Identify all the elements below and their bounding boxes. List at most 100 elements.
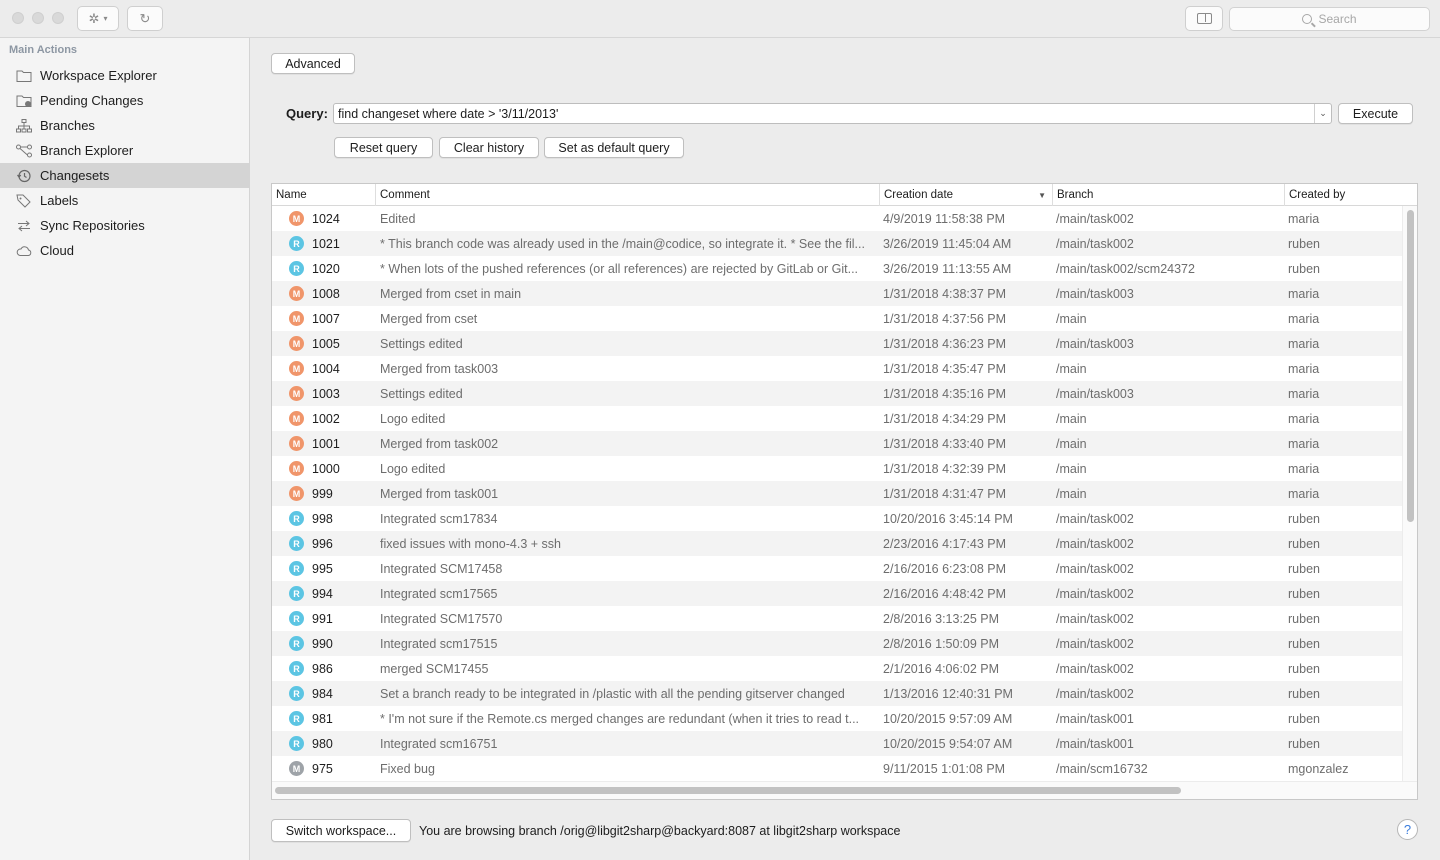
switch-workspace-button[interactable]: Switch workspace... <box>271 819 411 842</box>
changeset-author: maria <box>1288 386 1320 401</box>
vertical-scroll-thumb[interactable] <box>1407 210 1414 522</box>
vertical-scrollbar[interactable] <box>1402 206 1417 781</box>
column-header-comment[interactable]: Comment <box>375 184 879 206</box>
table-row[interactable]: R 991 Integrated SCM17570 2/8/2016 3:13:25 … <box>272 606 1402 631</box>
set-default-query-button[interactable]: Set as default query <box>544 137 684 158</box>
changeset-branch: /main/task002 <box>1056 236 1134 251</box>
table-row[interactable]: M 975 Fixed bug 9/11/2015 1:01:08 PM/main/s… <box>272 756 1402 781</box>
gear-icon: ✲ <box>88 10 100 26</box>
table-row[interactable]: M 1008 Merged from cset in main 1/31/2018 4… <box>272 281 1402 306</box>
changeset-name: 995 <box>312 561 333 576</box>
changeset-comment: Merged from cset in main <box>380 286 522 301</box>
close-window-button[interactable] <box>12 12 24 24</box>
user-avatar-icon: M <box>289 386 304 401</box>
table-row[interactable]: R 1020 * When lots of the pushed reference… <box>272 256 1402 281</box>
table-row[interactable]: R 994 Integrated scm17565 2/16/2016 4:48:42… <box>272 581 1402 606</box>
query-value: find changeset where date > '3/11/2013' <box>338 106 559 121</box>
user-avatar-icon: R <box>289 736 304 751</box>
changeset-author: maria <box>1288 411 1320 426</box>
table-row[interactable]: M 999 Merged from task001 1/31/2018 4:31:47… <box>272 481 1402 506</box>
sidebar-item-branch-explorer[interactable]: Branch Explorer <box>0 138 249 163</box>
changeset-branch: /main <box>1056 361 1087 376</box>
query-history-dropdown[interactable]: ⌄ <box>1314 104 1331 123</box>
column-header-creation-date[interactable]: Creation date ▼ <box>879 184 1052 206</box>
horizontal-scrollbar[interactable] <box>272 781 1417 799</box>
changeset-branch: /main/task003 <box>1056 336 1134 351</box>
table-row[interactable]: R 998 Integrated scm17834 10/20/2016 3:45:1… <box>272 506 1402 531</box>
horizontal-scroll-thumb[interactable] <box>275 787 1181 794</box>
changeset-name: 990 <box>312 636 333 651</box>
table-row[interactable]: R 984 Set a branch ready to be integrated … <box>272 681 1402 706</box>
table-row[interactable]: R 996 fixed issues with mono-4.3 + ssh 2/23… <box>272 531 1402 556</box>
changeset-comment: Settings edited <box>380 336 463 351</box>
query-input[interactable]: find changeset where date > '3/11/2013' … <box>333 103 1332 124</box>
minimize-window-button[interactable] <box>32 12 44 24</box>
changeset-author: maria <box>1288 336 1320 351</box>
table-row[interactable]: M 1002 Logo edited 1/31/2018 4:34:29 PM/mai… <box>272 406 1402 431</box>
changeset-name: 980 <box>312 736 333 751</box>
table-row[interactable]: M 1024 Edited 4/9/2019 11:58:38 PM/main/tas… <box>272 206 1402 231</box>
changeset-date: 1/31/2018 4:35:47 PM <box>883 361 1007 376</box>
help-button[interactable]: ? <box>1397 819 1418 840</box>
sidebar-item-workspace-explorer[interactable]: Workspace Explorer <box>0 63 249 88</box>
changeset-comment: * I'm not sure if the Remote.cs merged c… <box>380 711 860 726</box>
column-header-branch[interactable]: Branch <box>1052 184 1284 206</box>
table-row[interactable]: M 1003 Settings edited 1/31/2018 4:35:16 PM… <box>272 381 1402 406</box>
sidebar-toggle-button[interactable] <box>1185 6 1223 31</box>
table-row[interactable]: M 1007 Merged from cset 1/31/2018 4:37:56 P… <box>272 306 1402 331</box>
table-row[interactable]: M 1005 Settings edited 1/31/2018 4:36:23 PM… <box>272 331 1402 356</box>
changeset-comment: fixed issues with mono-4.3 + ssh <box>380 536 561 551</box>
title-bar: ✲ ▾ ↻ Search <box>0 0 1440 38</box>
user-avatar-icon: R <box>289 236 304 251</box>
changeset-comment: Integrated scm17565 <box>380 586 498 601</box>
table-row[interactable]: M 1000 Logo edited 1/31/2018 4:32:39 PM/mai… <box>272 456 1402 481</box>
table-row[interactable]: R 981 * I'm not sure if the Remote.cs merg… <box>272 706 1402 731</box>
zoom-window-button[interactable] <box>52 12 64 24</box>
tag-icon <box>16 194 32 208</box>
table-row[interactable]: M 1004 Merged from task003 1/31/2018 4:35:4… <box>272 356 1402 381</box>
sidebar-item-sync-repositories[interactable]: Sync Repositories <box>0 213 249 238</box>
changeset-author: maria <box>1288 286 1320 301</box>
refresh-button[interactable]: ↻ <box>127 6 163 31</box>
user-avatar-icon: M <box>289 361 304 376</box>
table-row[interactable]: R 995 Integrated SCM17458 2/16/2016 6:23:08… <box>272 556 1402 581</box>
sidebar-item-branches[interactable]: Branches <box>0 113 249 138</box>
sidebar-item-changesets[interactable]: Changesets <box>0 163 249 188</box>
user-avatar-icon: R <box>289 536 304 551</box>
table-row[interactable]: M 1001 Merged from task002 1/31/2018 4:33:4… <box>272 431 1402 456</box>
reset-query-button[interactable]: Reset query <box>334 137 433 158</box>
changeset-date: 2/16/2016 6:23:08 PM <box>883 561 1007 576</box>
user-avatar-icon: R <box>289 711 304 726</box>
changeset-author: ruben <box>1288 561 1320 576</box>
sidebar: Main Actions Workspace Explorer Pending … <box>0 38 250 860</box>
user-avatar-icon: R <box>289 636 304 651</box>
table-row[interactable]: R 986 merged SCM17455 2/1/2016 4:06:02 PM/m… <box>272 656 1402 681</box>
changeset-author: ruben <box>1288 511 1320 526</box>
sidebar-item-label: Cloud <box>40 243 74 258</box>
changeset-branch: /main/task002 <box>1056 611 1134 626</box>
sidebar-item-label: Branches <box>40 118 95 133</box>
changeset-comment: Integrated SCM17458 <box>380 561 503 576</box>
table-row[interactable]: R 980 Integrated scm16751 10/20/2015 9:54:0… <box>272 731 1402 756</box>
sidebar-item-labels[interactable]: Labels <box>0 188 249 213</box>
column-header-created-by[interactable]: Created by <box>1284 184 1417 206</box>
clear-history-button[interactable]: Clear history <box>439 137 539 158</box>
user-avatar-icon: M <box>289 211 304 226</box>
changeset-name: 999 <box>312 486 333 501</box>
changeset-author: ruben <box>1288 736 1320 751</box>
user-avatar-icon: R <box>289 611 304 626</box>
column-header-name[interactable]: Name <box>272 184 375 206</box>
execute-button[interactable]: Execute <box>1338 103 1413 124</box>
changeset-date: 10/20/2015 9:57:09 AM <box>883 711 1013 726</box>
sidebar-item-pending-changes[interactable]: Pending Changes <box>0 88 249 113</box>
gear-menu-button[interactable]: ✲ ▾ <box>77 6 119 31</box>
table-row[interactable]: R 1021 * This branch code was already used… <box>272 231 1402 256</box>
search-input[interactable]: Search <box>1229 7 1430 31</box>
user-avatar-icon: M <box>289 286 304 301</box>
sidebar-item-label: Labels <box>40 193 79 208</box>
changeset-branch: /main/task001 <box>1056 736 1134 751</box>
table-row[interactable]: R 990 Integrated scm17515 2/8/2016 1:50:09 … <box>272 631 1402 656</box>
sidebar-item-cloud[interactable]: Cloud <box>0 238 249 263</box>
sidebar-item-label: Workspace Explorer <box>40 68 157 83</box>
advanced-button[interactable]: Advanced <box>271 53 355 74</box>
